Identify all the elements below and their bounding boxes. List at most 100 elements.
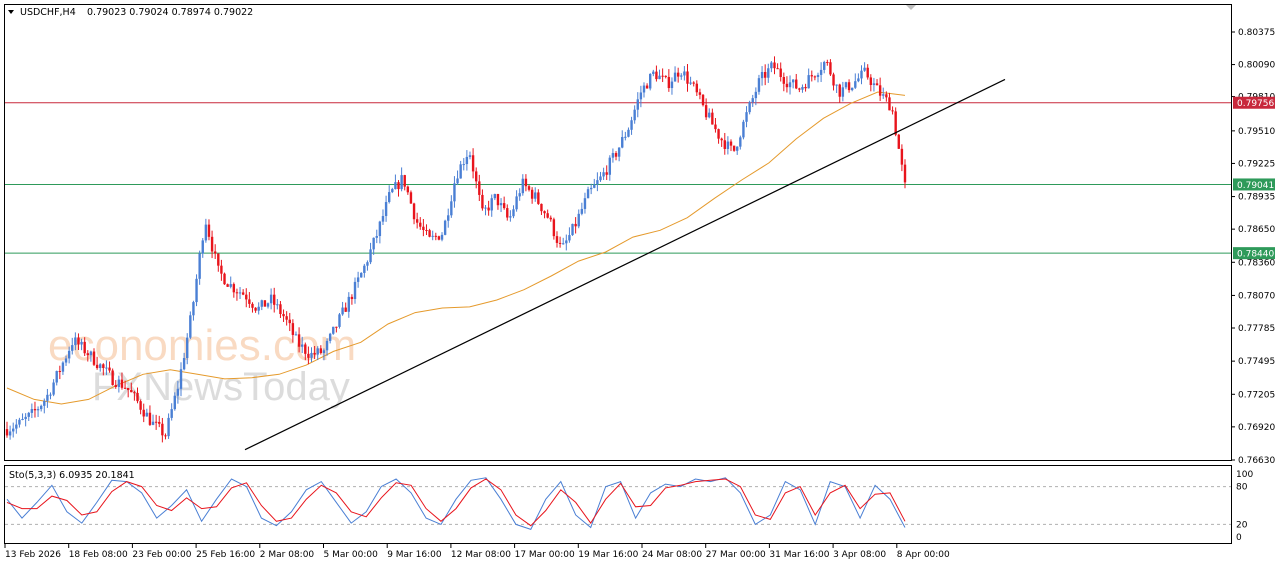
candle-body <box>903 164 907 183</box>
candle-body <box>360 272 363 278</box>
candle-body <box>701 94 705 106</box>
candle-body <box>875 83 879 86</box>
price-tick-label: 0.77205 <box>1238 390 1275 400</box>
candle-body <box>521 178 525 194</box>
price-tick-label: 0.79510 <box>1238 127 1275 137</box>
stoch-scale-label: 20 <box>1236 520 1248 530</box>
candle-body <box>562 243 565 245</box>
candle-body <box>782 77 786 84</box>
candle-body <box>263 300 267 307</box>
candle-body <box>673 72 677 82</box>
candle-body <box>534 192 537 199</box>
candle-body <box>593 184 596 188</box>
candle-body <box>450 201 453 216</box>
candle-body <box>698 92 702 95</box>
candle-body <box>652 71 655 75</box>
candle-body <box>210 236 214 252</box>
candle-body <box>67 350 71 359</box>
candle-body <box>748 102 751 113</box>
candle-body <box>655 71 658 80</box>
candle-body <box>493 194 497 199</box>
candle-body <box>136 392 139 402</box>
candle-body <box>527 186 531 190</box>
candle-body <box>24 416 27 419</box>
price-chart[interactable]: economies.com FXNewsToday 0.803750.80090… <box>0 0 1280 567</box>
candle-body <box>344 307 347 312</box>
candle-body <box>462 164 465 166</box>
candle-body <box>763 72 767 78</box>
candle-body <box>241 292 245 295</box>
candle-body <box>266 303 270 307</box>
candle-body <box>353 281 357 300</box>
candle-body <box>872 83 876 85</box>
candle-body <box>220 265 223 274</box>
candle-body <box>310 352 313 358</box>
candle-body <box>245 294 248 300</box>
candle-body <box>46 394 49 401</box>
candle-body <box>804 86 807 89</box>
candle-body <box>751 98 754 103</box>
candle-body <box>164 435 167 437</box>
candle-body <box>676 72 680 77</box>
candle-body <box>369 249 372 263</box>
candle-body <box>273 294 276 305</box>
candle-body <box>363 265 366 273</box>
candle-body <box>726 141 730 149</box>
candle-body <box>711 112 714 125</box>
candle-body <box>71 345 74 351</box>
candle-body <box>767 68 770 78</box>
candle-body <box>518 193 521 197</box>
oscillator-label: Sto(5,3,3) 6.0935 20.1841 <box>9 470 135 481</box>
time-tick-label: 3 Apr 08:00 <box>833 550 886 560</box>
candle-body <box>49 394 52 396</box>
candle-body <box>251 303 254 308</box>
candle-body <box>238 292 242 294</box>
candle-body <box>229 284 232 287</box>
candle-body <box>894 111 897 135</box>
candle-body <box>207 224 211 237</box>
candle-body <box>384 202 388 217</box>
candle-body <box>52 382 55 395</box>
candle-body <box>471 155 475 172</box>
candle-body <box>664 75 667 77</box>
candle-body <box>571 223 574 236</box>
watermark-fxnewstoday: FXNewsToday <box>92 365 350 409</box>
candle-body <box>686 71 689 84</box>
candle-body <box>105 367 108 369</box>
time-tick-label: 17 Mar 00:00 <box>515 550 575 560</box>
price-tick-label: 0.77785 <box>1238 324 1275 334</box>
candle-body <box>720 138 723 141</box>
candle-body <box>692 82 695 84</box>
level-tag-label: 0.79756 <box>1237 99 1274 109</box>
candle-body <box>415 219 419 223</box>
candle-body <box>465 156 469 165</box>
candle-body <box>182 358 186 370</box>
candle-body <box>732 145 736 151</box>
candle-body <box>126 387 130 391</box>
candle-body <box>192 302 195 316</box>
stoch-scale-label: 80 <box>1236 483 1248 493</box>
candle-body <box>403 175 406 187</box>
candle-body <box>754 91 758 99</box>
candle-body <box>854 81 857 88</box>
candle-body <box>260 300 263 307</box>
candle-body <box>729 141 733 146</box>
price-tick-label: 0.77495 <box>1238 357 1275 367</box>
candle-body <box>555 236 559 243</box>
candle-body <box>791 79 795 83</box>
candle-body <box>92 351 96 365</box>
candle-body <box>204 224 208 241</box>
candle-body <box>325 340 329 351</box>
candle-body <box>468 155 472 157</box>
candle-body <box>459 164 462 179</box>
candle-body <box>670 81 674 89</box>
candle-body <box>847 82 851 91</box>
price-tick-label: 0.80375 <box>1238 28 1275 38</box>
candle-body <box>409 192 413 204</box>
candle-body <box>5 429 9 436</box>
candle-body <box>381 216 385 222</box>
level-tags: 0.79756 0.79041 0.78440 <box>1233 96 1275 260</box>
candle-body <box>30 409 34 413</box>
candle-body <box>111 370 114 386</box>
candle-body <box>661 75 664 77</box>
